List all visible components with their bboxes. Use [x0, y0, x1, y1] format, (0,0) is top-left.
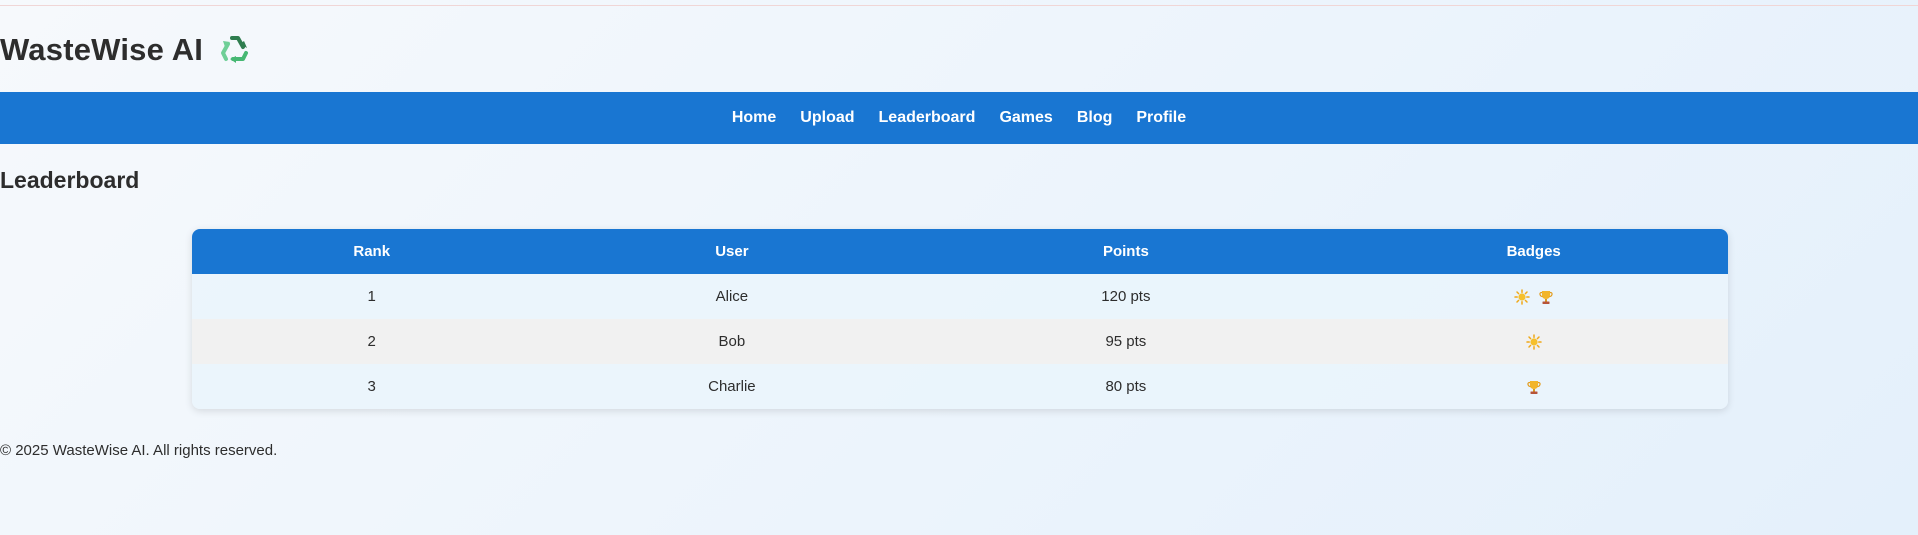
nav-leaderboard[interactable]: Leaderboard — [879, 109, 976, 127]
badges-cell — [1339, 364, 1728, 409]
nav-profile[interactable]: Profile — [1136, 109, 1186, 127]
nav-upload[interactable]: Upload — [800, 109, 854, 127]
sun-badge-icon — [1525, 334, 1542, 350]
column-header-points: Points — [912, 229, 1340, 274]
column-header-user: User — [551, 229, 913, 274]
recycle-icon — [217, 32, 253, 68]
table-row: 1 Alice 120 pts — [192, 274, 1728, 319]
table-header-row: Rank User Points Badges — [192, 229, 1728, 274]
badges-cell — [1339, 319, 1728, 364]
column-header-badges: Badges — [1339, 229, 1728, 274]
nav-games[interactable]: Games — [999, 109, 1052, 127]
rank-cell: 2 — [192, 319, 552, 364]
points-cell: 120 pts — [912, 274, 1340, 319]
trophy-badge-icon — [1538, 289, 1554, 305]
table-row: 3 Charlie 80 pts — [192, 364, 1728, 409]
user-cell: Charlie — [551, 364, 913, 409]
points-cell: 80 pts — [912, 364, 1340, 409]
user-cell: Bob — [551, 319, 913, 364]
site-title: WasteWise AI — [0, 32, 204, 67]
main-navbar: Home Upload Leaderboard Games Blog Profi… — [0, 92, 1918, 144]
points-cell: 95 pts — [912, 319, 1340, 364]
column-header-rank: Rank — [192, 229, 552, 274]
badges-cell — [1339, 274, 1728, 319]
page-title: Leaderboard — [0, 167, 140, 193]
user-cell: Alice — [551, 274, 913, 319]
rank-cell: 1 — [192, 274, 552, 319]
rank-cell: 3 — [192, 364, 552, 409]
trophy-badge-icon — [1526, 379, 1542, 395]
leaderboard-table: Rank User Points Badges 1 Alice 120 pts — [192, 229, 1728, 409]
site-header: WasteWise AI — [0, 28, 253, 72]
sun-badge-icon — [1513, 289, 1530, 305]
nav-blog[interactable]: Blog — [1077, 109, 1113, 127]
table-row: 2 Bob 95 pts — [192, 319, 1728, 364]
top-divider — [0, 5, 1918, 6]
nav-home[interactable]: Home — [732, 109, 776, 127]
footer-copyright: © 2025 WasteWise AI. All rights reserved… — [0, 442, 278, 459]
